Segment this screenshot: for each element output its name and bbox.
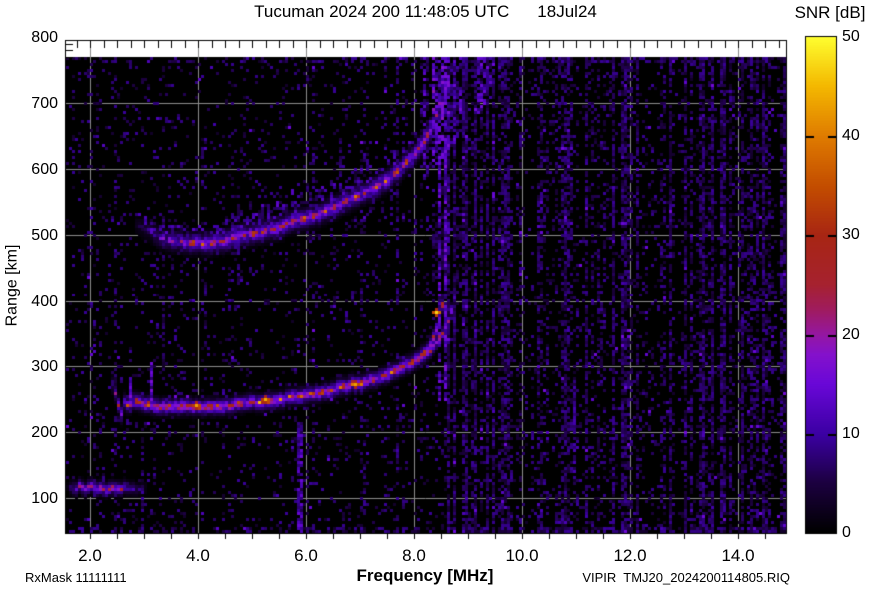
colorbar-tick-label: 30 xyxy=(842,226,860,244)
y-tick-label: 200 xyxy=(31,424,58,442)
colorbar-tick-label: 40 xyxy=(842,127,860,145)
colorbar-tick-label: 20 xyxy=(842,325,860,343)
y-tick-label: 800 xyxy=(31,29,58,47)
x-tick-label: 4.0 xyxy=(186,546,210,565)
data-file-name: VIPIR TMJ20_2024200114805.RIQ xyxy=(582,570,790,585)
ionogram-heatmap-canvas xyxy=(0,0,874,595)
y-tick-label: 700 xyxy=(31,95,58,112)
title-text: Tucuman 2024 200 11:48:05 UTC xyxy=(254,2,510,21)
x-tick-label: 12.0 xyxy=(613,546,647,565)
title-date: 18Jul24 xyxy=(537,2,597,21)
y-tick-label: 300 xyxy=(31,358,58,376)
rxmask-text: RxMask 11111111 xyxy=(25,570,127,585)
y-tick-label: 500 xyxy=(31,226,58,244)
x-tick-label: 6.0 xyxy=(294,546,318,565)
x-tick-label: 10.0 xyxy=(505,546,539,565)
colorbar-tick-label: 10 xyxy=(842,424,860,442)
colorbar-title: SNR [dB] xyxy=(794,3,866,22)
colorbar-tick-label: 0 xyxy=(842,524,851,541)
page-title: Tucuman 2024 200 11:48:05 UTC 18Jul24 xyxy=(65,2,786,22)
x-tick-label: 8.0 xyxy=(402,546,426,565)
ionogram-page: Tucuman 2024 200 11:48:05 UTC 18Jul24 SNR… xyxy=(0,0,874,595)
y-tick-label: 100 xyxy=(31,490,58,507)
y-tick-label: 400 xyxy=(31,292,58,310)
x-tick-label: 14.0 xyxy=(721,546,755,565)
colorbar-tick-label: 50 xyxy=(842,28,860,45)
y-tick-label: 600 xyxy=(31,160,58,178)
x-tick-label: 2.0 xyxy=(78,546,102,565)
